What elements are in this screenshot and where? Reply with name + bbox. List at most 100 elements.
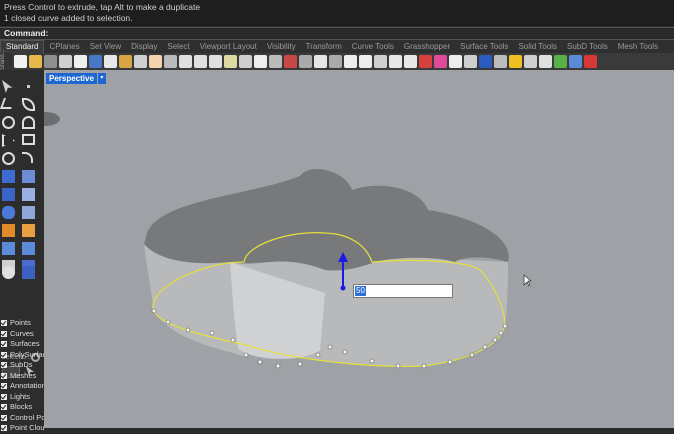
- tab-viewport-layout[interactable]: Viewport Layout: [195, 41, 262, 53]
- filter-item[interactable]: Meshes: [1, 371, 44, 382]
- arc-icon[interactable]: [22, 116, 35, 129]
- light-bulb-icon[interactable]: [359, 55, 372, 68]
- filter-item[interactable]: Lights: [1, 392, 44, 403]
- properties-icon[interactable]: [404, 55, 417, 68]
- four-viewports-icon[interactable]: [254, 55, 267, 68]
- zoom-selected-icon[interactable]: [224, 55, 237, 68]
- tab-visibility[interactable]: Visibility: [262, 41, 301, 53]
- render-icon[interactable]: [419, 55, 432, 68]
- filter-item[interactable]: PolySurfaces: [1, 350, 44, 361]
- fillet-icon[interactable]: [22, 152, 33, 163]
- tab-set-view[interactable]: Set View: [85, 41, 126, 53]
- move-icon[interactable]: [2, 242, 15, 255]
- tab-grasshopper[interactable]: Grasshopper: [399, 41, 455, 53]
- tab-cplanes[interactable]: CPlanes: [44, 41, 84, 53]
- select-arrow-icon[interactable]: [2, 80, 13, 93]
- tab-solid-tools[interactable]: Solid Tools: [513, 41, 562, 53]
- layer-icon[interactable]: [389, 55, 402, 68]
- filter-item[interactable]: Points: [1, 318, 44, 329]
- mesh-icon[interactable]: [22, 206, 35, 219]
- osnap-icon[interactable]: [314, 55, 327, 68]
- texture-icon[interactable]: [464, 55, 477, 68]
- tab-standard[interactable]: Standard: [0, 40, 45, 53]
- zoom-extents-icon[interactable]: [209, 55, 222, 68]
- rotate-view-icon[interactable]: [164, 55, 177, 68]
- tab-transform[interactable]: Transform: [301, 41, 347, 53]
- print-icon[interactable]: [59, 55, 72, 68]
- gh-sphere-icon[interactable]: [554, 55, 567, 68]
- hide-icon[interactable]: [329, 55, 342, 68]
- color-wheel-icon[interactable]: [434, 55, 447, 68]
- triangle-icon[interactable]: [2, 134, 15, 147]
- material-icon[interactable]: [449, 55, 462, 68]
- checkbox[interactable]: [1, 330, 7, 337]
- options-icon[interactable]: [569, 55, 582, 68]
- polyline-icon[interactable]: [0, 98, 16, 109]
- history-icon[interactable]: [524, 55, 537, 68]
- cylinder-icon[interactable]: [2, 206, 15, 219]
- loft-icon[interactable]: [22, 170, 35, 183]
- pan-hand-icon[interactable]: [149, 55, 162, 68]
- circle-icon[interactable]: [2, 116, 15, 129]
- new-file-icon[interactable]: [14, 55, 27, 68]
- tab-subd-tools[interactable]: SubD Tools: [562, 41, 613, 53]
- viewport-title[interactable]: Perspective: [46, 73, 97, 84]
- checkbox[interactable]: [1, 362, 7, 369]
- sun-icon[interactable]: [509, 55, 522, 68]
- rectangle-icon[interactable]: [22, 134, 35, 145]
- boolean-icon[interactable]: [2, 224, 15, 237]
- open-folder-icon[interactable]: [29, 55, 42, 68]
- extrude-icon[interactable]: [22, 188, 35, 201]
- filter-item[interactable]: SubDs: [1, 360, 44, 371]
- zoom-window-icon[interactable]: [194, 55, 207, 68]
- curve-icon[interactable]: [22, 98, 35, 111]
- viewport-tab[interactable]: Perspective ▾: [46, 73, 106, 84]
- perspective-viewport[interactable]: [44, 70, 674, 428]
- extrude-distance-input[interactable]: 50: [353, 284, 453, 298]
- undo-view-icon[interactable]: [239, 55, 252, 68]
- help-icon[interactable]: [584, 55, 597, 68]
- render-sphere-icon[interactable]: [2, 266, 15, 279]
- save-icon[interactable]: [44, 55, 57, 68]
- filter-item[interactable]: Point Clouds: [1, 423, 44, 434]
- filter-item[interactable]: Curves: [1, 329, 44, 340]
- grid-icon[interactable]: [269, 55, 282, 68]
- zoom-icon[interactable]: [179, 55, 192, 68]
- tab-select[interactable]: Select: [162, 41, 194, 53]
- paste-icon[interactable]: [119, 55, 132, 68]
- named-views-icon[interactable]: [284, 55, 297, 68]
- viewport-menu-arrow-icon[interactable]: ▾: [96, 73, 106, 84]
- command-line[interactable]: Command:: [0, 27, 674, 40]
- layer-color-icon[interactable]: [22, 266, 35, 279]
- surface-icon[interactable]: [2, 170, 15, 183]
- checkbox[interactable]: [1, 383, 7, 390]
- viewport-canvas[interactable]: [44, 70, 674, 428]
- checkbox[interactable]: [1, 320, 7, 327]
- gumball-icon[interactable]: [539, 55, 552, 68]
- tab-display[interactable]: Display: [126, 41, 162, 53]
- checkbox[interactable]: [1, 372, 7, 379]
- filter-item[interactable]: Blocks: [1, 402, 44, 413]
- explode-icon[interactable]: [22, 224, 35, 237]
- sphere-icon[interactable]: [494, 55, 507, 68]
- checkbox[interactable]: [1, 341, 7, 348]
- tab-curve-tools[interactable]: Curve Tools: [347, 41, 399, 53]
- circle-point-icon[interactable]: [2, 152, 15, 165]
- cut-icon[interactable]: [89, 55, 102, 68]
- checkbox[interactable]: [1, 404, 7, 411]
- render-preview-icon[interactable]: [479, 55, 492, 68]
- array-icon[interactable]: [22, 242, 35, 255]
- tab-mesh-tools[interactable]: Mesh Tools: [613, 41, 663, 53]
- copy-icon[interactable]: [104, 55, 117, 68]
- box-icon[interactable]: [2, 188, 15, 201]
- undo-icon[interactable]: [134, 55, 147, 68]
- checkbox[interactable]: [1, 393, 7, 400]
- tab-surface-tools[interactable]: Surface Tools: [455, 41, 513, 53]
- checkbox[interactable]: [1, 425, 7, 432]
- point-icon[interactable]: [22, 80, 35, 93]
- checkbox[interactable]: [1, 414, 7, 421]
- show-icon[interactable]: [344, 55, 357, 68]
- extrude-distance-value[interactable]: 50: [355, 286, 366, 296]
- lock-icon[interactable]: [374, 55, 387, 68]
- select-all-icon[interactable]: [299, 55, 312, 68]
